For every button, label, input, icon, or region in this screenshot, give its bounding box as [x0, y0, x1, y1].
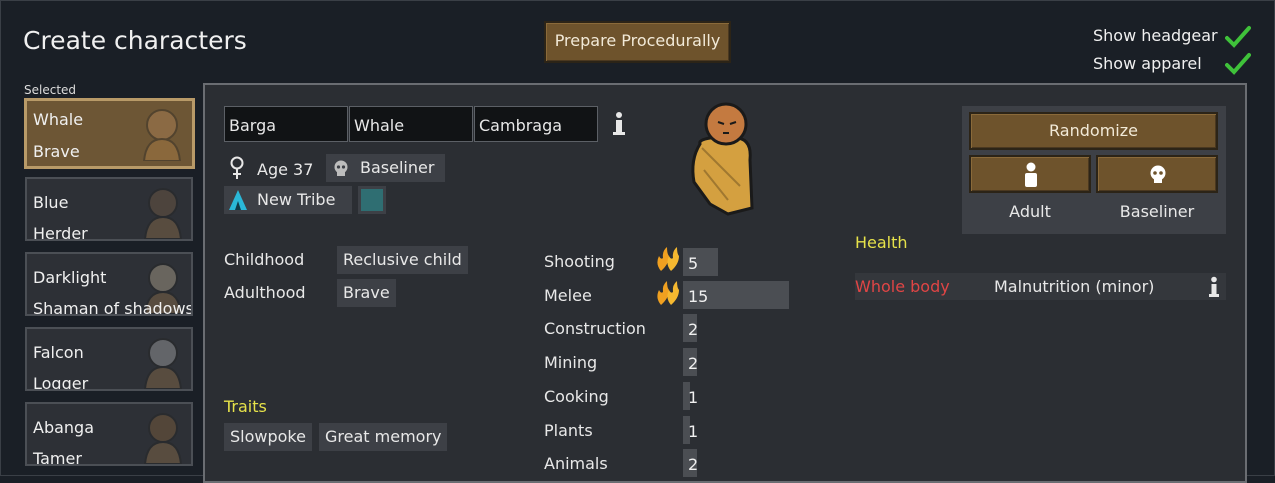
tribe-tent-icon [229, 190, 247, 210]
skill-level: 15 [688, 287, 709, 306]
age-label: Age 37 [257, 160, 314, 179]
skill-level: 1 [688, 422, 699, 441]
xenotype-skull-icon [1150, 165, 1166, 183]
adult-icon [1025, 162, 1037, 187]
pawn-title: Brave [33, 142, 80, 161]
skill-level: 2 [688, 455, 699, 474]
pawn-name: Abanga [33, 418, 95, 437]
pawn-tab-darklight[interactable]: Darklight Shaman of shadows [25, 252, 193, 316]
skill-level: 2 [688, 354, 699, 373]
selected-label: Selected [24, 83, 77, 97]
pawn-name: Darklight [33, 268, 107, 287]
skill-level: 5 [688, 254, 699, 273]
passion-flame-icon [657, 247, 679, 271]
pawn-name: Blue [33, 193, 69, 212]
skill-name: Melee [544, 286, 592, 305]
skill-level: 2 [688, 320, 699, 339]
xenotype-skull-icon [334, 160, 348, 176]
age-option-button[interactable] [969, 155, 1091, 193]
show-headgear-check-icon[interactable] [1225, 25, 1251, 49]
page-title: Create characters [23, 26, 247, 55]
health-heading: Health [855, 233, 908, 252]
show-apparel-label: Show apparel [1093, 54, 1202, 73]
female-icon [230, 156, 244, 179]
xenotype-chip[interactable]: Baseliner [326, 154, 445, 182]
randomize-button[interactable]: Randomize [969, 112, 1218, 150]
health-body-part: Whole body [855, 277, 950, 296]
pawn-portrait-icon [143, 413, 183, 464]
last-name-field[interactable]: Cambraga [474, 106, 598, 142]
pawn-name: Whale [33, 110, 84, 129]
pawn-tab-abanga[interactable]: Abanga Tamer [25, 402, 193, 466]
xenotype-option-button[interactable] [1096, 155, 1218, 193]
trait-chip[interactable]: Slowpoke [224, 423, 312, 451]
pawn-title: Herder [33, 224, 88, 241]
pawn-tab-falcon[interactable]: Falcon Logger [25, 327, 193, 391]
faction-color-swatch[interactable] [358, 186, 386, 214]
pawn-portrait-icon [143, 338, 183, 389]
skill-name: Shooting [544, 252, 615, 271]
first-name-field[interactable]: Barga [224, 106, 348, 142]
pawn-tab-whale[interactable]: Whale Brave [24, 98, 195, 169]
adulthood-backstory[interactable]: Brave [337, 279, 396, 307]
adulthood-label: Adulthood [224, 283, 306, 302]
skill-name: Plants [544, 421, 593, 440]
childhood-backstory[interactable]: Reclusive child [337, 246, 468, 274]
pawn-title: Shaman of shadows [33, 299, 193, 316]
show-apparel-check-icon[interactable] [1225, 52, 1251, 76]
trait-chip[interactable]: Great memory [319, 423, 448, 451]
pawn-portrait-icon [143, 188, 183, 239]
faction-label: New Tribe [257, 190, 336, 209]
pawn-tab-blue[interactable]: Blue Herder [25, 177, 193, 241]
health-condition: Malnutrition (minor) [994, 277, 1155, 296]
info-icon[interactable] [1207, 276, 1221, 298]
nickname-field[interactable]: Whale [349, 106, 473, 142]
passion-flame-icon [657, 281, 679, 305]
skill-name: Cooking [544, 387, 609, 406]
prepare-procedurally-button[interactable]: Prepare Procedurally [544, 21, 731, 63]
skill-level: 1 [688, 388, 699, 407]
skill-name: Mining [544, 353, 598, 372]
traits-heading: Traits [224, 397, 267, 416]
xenotype-option-label: Baseliner [1119, 202, 1195, 221]
xenotype-label: Baseliner [360, 158, 435, 177]
childhood-label: Childhood [224, 250, 305, 269]
age-option-label: Adult [1009, 202, 1051, 221]
info-icon[interactable] [611, 111, 627, 137]
pawn-title: Logger [33, 374, 89, 391]
faction-chip[interactable]: New Tribe [224, 186, 352, 214]
pawn-name: Falcon [33, 343, 84, 362]
show-headgear-label: Show headgear [1093, 26, 1218, 45]
pawn-title: Tamer [33, 449, 82, 466]
pawn-portrait-icon [691, 102, 754, 216]
skill-name: Construction [544, 319, 646, 338]
skill-name: Animals [544, 454, 608, 473]
pawn-portrait-icon [142, 109, 182, 161]
